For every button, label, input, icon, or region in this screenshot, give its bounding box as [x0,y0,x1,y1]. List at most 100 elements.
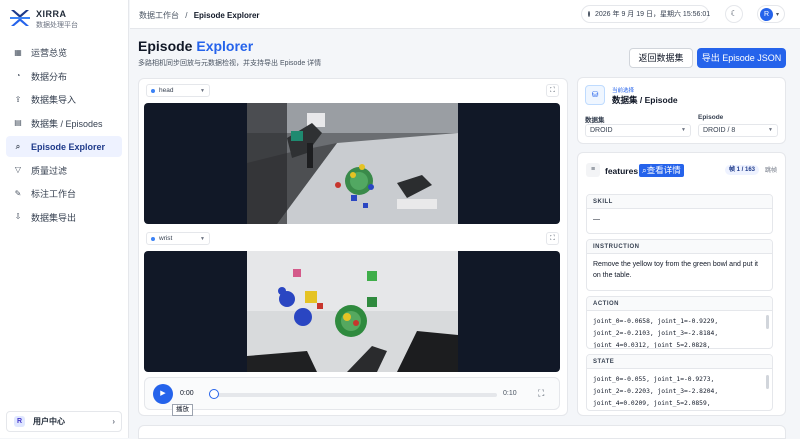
fullscreen-icon[interactable]: ⛶ [546,84,559,97]
action-card: ACTION joint_0=-0.0658, joint_1=-0.9229,… [586,296,773,349]
action-line: joint_2=-0.2103, joint_3=-2.8184, [593,330,719,337]
pie-icon: ◔ [15,71,21,80]
episode-select[interactable]: DROID / 8 ▼ [698,124,778,137]
camera-select-head[interactable]: head ▼ [146,84,210,97]
sidebar-item-episodes[interactable]: ▤ 数据集 / Episodes [6,113,122,134]
sidebar-item-import[interactable]: ⇪ 数据集导入 [6,89,122,110]
fullscreen-icon[interactable]: ⛶ [546,232,559,245]
video-head[interactable] [144,103,560,224]
topbar: 数据工作台 / Episode Explorer 2026 年 9 月 19 日… [130,0,800,29]
breadcrumb-current: Episode Explorer [193,11,260,20]
camera-select-label: head [159,87,174,94]
camera-select-label: wrist [159,235,173,242]
next-panel [138,425,786,439]
chevron-down-icon: ▼ [681,127,686,133]
wrist-camera-image [247,251,458,372]
sidebar-item-label: 质量过滤 [31,165,68,176]
view-details-link[interactable]: ⌕查看详情 [639,164,684,177]
database-icon: ⛁ [585,85,605,105]
state-line: joint_0=-0.055, joint_1=-0.9273, [593,376,715,383]
search-icon: ⌕ [15,141,21,151]
breadcrumb-parent[interactable]: 数据工作台 [139,11,179,20]
frame-badge: 帧 1 / 163 [725,165,760,175]
moon-icon: ☾ [730,9,738,18]
state-value: joint_0=-0.055, joint_1=-0.9273, joint_2=… [587,369,772,410]
state-scrollbar[interactable] [766,375,769,389]
play-button[interactable]: ▶ [153,384,173,404]
sidebar-item-label: 运营总览 [31,48,68,58]
skip-frame-label[interactable]: 跳帧 [765,165,777,174]
chevron-down-icon: ▼ [200,87,205,94]
view-details-label: 查看详情 [646,165,681,175]
grid-icon: ▦ [14,47,22,57]
action-value: joint_0=-0.0658, joint_1=-0.9229, joint_2… [587,311,772,348]
upload-icon: ⇪ [14,94,22,104]
dataset-label: 数据集 [585,117,605,124]
sidebar-item-annotation[interactable]: ✎ 标注工作台 [6,183,122,204]
features-card: ≡ features ⌕查看详情 帧 1 / 163 跳帧 SKILL — IN… [577,152,786,416]
chevron-down-icon: ▼ [200,235,205,242]
duration: 0:10 [503,390,517,397]
back-to-dataset-button[interactable]: 返回数据集 [629,48,693,68]
instruction-value: Remove the yellow toy from the green bow… [593,261,758,279]
episode-label: Episode [698,114,724,121]
play-icon: ▶ [160,390,166,397]
page-title: Episode Explorer [138,38,253,54]
selection-card: ⛁ 当前选择 数据集 / Episode 数据集 Episode DROID ▼ … [577,77,786,144]
sidebar-item-label: 标注工作台 [31,189,77,199]
user-center-label: 用户中心 [33,417,65,426]
sidebar: XIRRA 数据处理平台 ▦ 运营总览 ◔ 数据分布 ⇪ 数据集导入 ▤ 数据集 / E… [0,0,129,438]
avatar: R [760,7,773,21]
avatar: R [14,416,25,427]
video-wrist[interactable] [144,251,560,372]
sidebar-item-overview[interactable]: ▦ 运营总览 [6,42,122,63]
clock-icon [588,11,590,17]
sidebar-item-episode-explorer[interactable]: ⌕ Episode Explorer [6,136,122,157]
breadcrumb: 数据工作台 / Episode Explorer [139,10,260,21]
player-controls: ▶ 0:00 0:10 ⛶ [144,377,560,410]
state-header: STATE [587,355,772,369]
play-tooltip: 播放 [172,404,193,416]
breadcrumb-separator: / [185,11,188,20]
export-episode-json-button[interactable]: 导出 Episode JSON [697,48,786,68]
theme-toggle-button[interactable]: ☾ [725,5,743,23]
instruction-header: INSTRUCTION [587,240,772,254]
head-camera-image [247,103,458,224]
sidebar-item-label: 数据集导入 [31,95,77,105]
list-icon: ≡ [586,163,600,177]
chevron-down-icon: ▼ [768,127,773,133]
features-title: features [605,166,639,176]
page-title-a: Episode [138,38,197,54]
episode-select-value: DROID / 8 [703,127,736,134]
app-subtitle: 数据处理平台 [36,22,78,29]
camera-select-wrist[interactable]: wrist ▼ [146,232,210,245]
selection-caption: 当前选择 [612,88,635,94]
sidebar-item-distribution[interactable]: ◔ 数据分布 [6,66,122,87]
skill-card: SKILL — [586,194,773,234]
app-name: XIRRA [36,9,67,19]
xirra-logo-icon [10,10,30,26]
user-menu-button[interactable]: R ▾ [757,5,785,23]
download-icon: ⇩ [14,212,22,221]
sidebar-item-label: 数据分布 [31,71,68,82]
user-center-button[interactable]: R 用户中心 › [6,411,122,432]
pencil-icon: ✎ [14,188,22,198]
clock: 2026 年 9 月 19 日，星期六 15:56:01 [581,5,710,23]
sidebar-item-quality-filter[interactable]: ▽ 质量过滤 [6,160,122,181]
sidebar-item-label: 数据集 / Episodes [31,118,103,129]
fullscreen-icon[interactable]: ⛶ [538,388,544,399]
list-icon: ▤ [14,118,22,127]
filter-icon: ▽ [14,165,22,174]
sidebar-item-label: 数据集导出 [31,212,77,223]
state-line: joint_4=0.0209, joint_5=2.0859, [593,400,711,407]
seek-bar[interactable] [213,393,497,397]
logo[interactable]: XIRRA 数据处理平台 [9,7,78,29]
action-scrollbar[interactable] [766,315,769,329]
current-time: 0:00 [180,390,194,397]
selection-title: 数据集 / Episode [612,95,678,105]
state-card: STATE joint_0=-0.055, joint_1=-0.9273, jo… [586,354,773,411]
sidebar-item-export[interactable]: ⇩ 数据集导出 [6,207,122,228]
dataset-select[interactable]: DROID ▼ [585,124,691,137]
seek-handle[interactable] [209,389,219,399]
action-header: ACTION [587,297,772,311]
